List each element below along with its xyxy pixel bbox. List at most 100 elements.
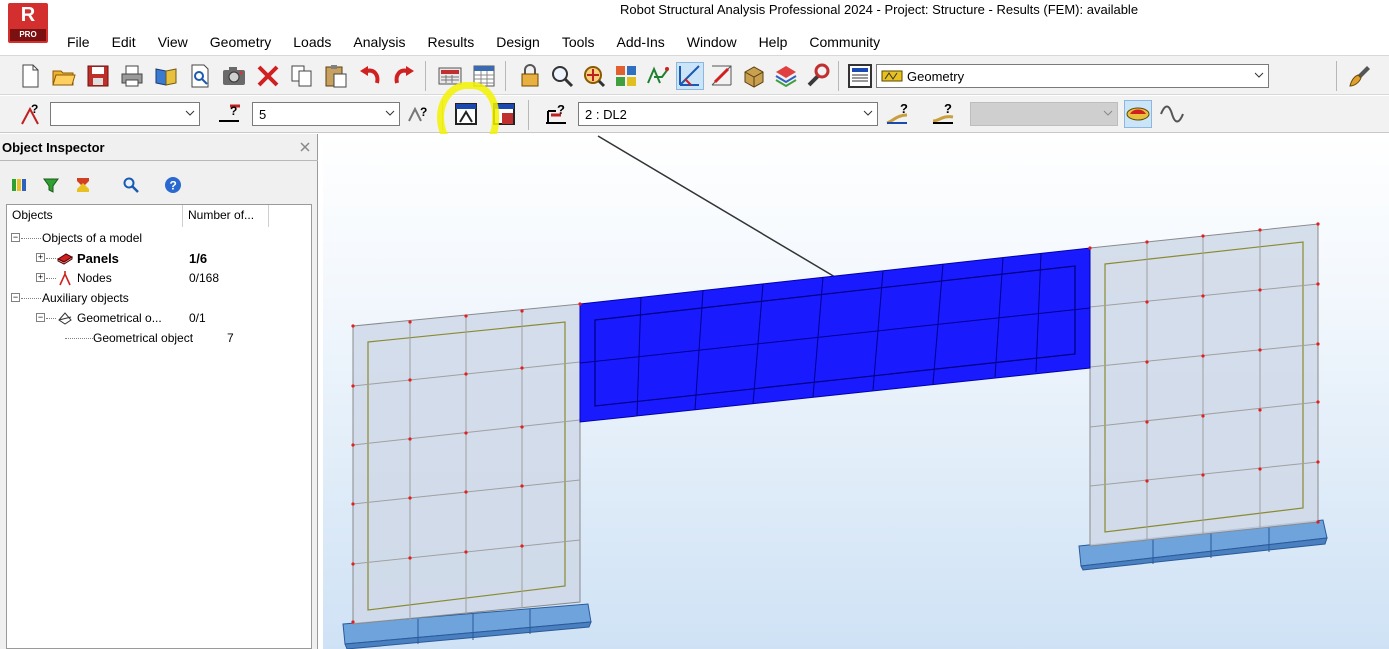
svg-text:?: ? [31,102,38,116]
load-value-combo [970,102,1118,126]
model-viewport[interactable] [323,134,1389,649]
zoom-icon[interactable] [548,62,576,90]
load-case-value: 2 : DL2 [585,106,627,122]
tree-row-auxiliary-objects[interactable]: − Auxiliary objects [7,289,307,309]
menu-edit[interactable]: Edit [101,32,147,54]
tree-connector [46,278,56,279]
right-wall-panel [1089,223,1319,547]
modes-icon[interactable] [1158,100,1186,128]
menu-analysis[interactable]: Analysis [342,32,416,54]
tree-connector [21,238,41,239]
display-icon[interactable] [612,62,640,90]
new-icon[interactable] [16,62,44,90]
layout-selector[interactable]: Geometry [876,64,1269,88]
node-selection-combo[interactable] [50,102,200,126]
close-icon[interactable] [298,140,312,154]
collapse-icon[interactable]: − [11,293,20,302]
collapse-icon[interactable]: − [11,233,20,242]
menu-file[interactable]: File [56,32,101,54]
help-icon[interactable]: ? [162,174,184,196]
filter-icon[interactable] [40,174,62,196]
inspector-title: Object Inspector [2,140,105,155]
tree-count: 1/6 [189,251,208,266]
menu-window[interactable]: Window [676,32,748,54]
collapse-icon[interactable]: − [36,313,45,322]
delete-icon[interactable] [254,62,282,90]
preferences-icon[interactable] [804,62,832,90]
filter-clear-icon[interactable] [72,174,94,196]
save-icon[interactable] [84,62,112,90]
lock-icon[interactable] [516,62,544,90]
left-wall-panel [352,303,581,625]
panel-icon [57,253,73,265]
layout-selector-value: Geometry [907,68,965,84]
print-icon[interactable] [118,62,146,90]
tree-header: Objects Number of... [7,205,269,227]
menu-loads[interactable]: Loads [282,32,342,54]
inspector-divider [0,160,318,161]
bar-selection-combo[interactable]: 5 [252,102,400,126]
tree-label: Auxiliary objects [42,291,129,305]
tree-row-geometrical-object[interactable]: Geometrical object 7 [7,329,307,349]
expand-icon[interactable]: + [36,253,45,262]
bar-selection-value: 5 [259,106,267,122]
menu-help[interactable]: Help [748,32,799,54]
object-selection-icon[interactable]: ? [404,100,432,128]
copy-icon[interactable] [288,62,316,90]
structure-drawing [342,135,1328,649]
svg-text:?: ? [230,104,237,118]
chevron-down-icon [181,108,199,120]
print-preview-icon[interactable] [186,62,214,90]
bar-selection-icon[interactable]: ? [216,100,244,128]
expand-icon[interactable]: + [36,273,45,282]
tree-row-geometrical-objects[interactable]: − Geometrical o... 0/1 [7,309,307,329]
title-bar: Robot Structural Analysis Professional 2… [0,0,1389,22]
menu-geometry[interactable]: Geometry [199,32,282,54]
column-number-of[interactable]: Number of... [183,205,269,227]
screen-capture-icon[interactable] [220,62,248,90]
menu-view[interactable]: View [147,32,199,54]
selected-panel[interactable] [579,247,1091,423]
open-icon[interactable] [50,62,78,90]
node-selection-icon[interactable]: ? [16,100,44,128]
window-title: Robot Structural Analysis Professional 2… [620,2,1139,17]
tree-row-objects-of-model[interactable]: − Objects of a model [7,229,307,249]
tree-count: 0/168 [189,271,220,285]
section-icon[interactable] [676,62,704,90]
search-icon[interactable] [120,174,142,196]
load-display-icon[interactable]: ? [884,100,912,128]
object-icon[interactable] [740,62,768,90]
load-case-combo[interactable]: 2 : DL2 [578,102,878,126]
menu-community[interactable]: Community [798,32,891,54]
menu-tools[interactable]: Tools [551,32,606,54]
load-case-icon[interactable]: ? [542,100,570,128]
deformation-icon[interactable] [1124,100,1152,128]
filter-columns-icon[interactable] [8,174,30,196]
layers-icon[interactable] [772,62,800,90]
paste-icon[interactable] [322,62,350,90]
layout-icon[interactable] [846,62,874,90]
menu-results[interactable]: Results [417,32,486,54]
selection-toolbar: ? ? 5 ? ? 2 : DL2 ? ? [0,96,1389,133]
load-type-icon[interactable]: ? [930,100,958,128]
zoom-window-icon[interactable] [580,62,608,90]
column-objects[interactable]: Objects [7,205,183,227]
undo-icon[interactable] [356,62,384,90]
brush-icon[interactable] [1346,62,1374,90]
tree-connector [46,318,56,319]
app-logo[interactable]: R PRO [8,3,48,43]
logo-letter: R [20,4,36,26]
toolbar-separator [505,61,506,91]
redo-icon[interactable] [390,62,418,90]
menu-add-ins[interactable]: Add-Ins [606,32,676,54]
structure-view-icon[interactable] [708,62,736,90]
book-icon[interactable] [152,62,180,90]
tree-label: Nodes [77,271,112,285]
standard-toolbar: Geometry [0,55,1389,95]
tree-row-panels[interactable]: + Panels 1/6 [7,249,307,269]
menu-design[interactable]: Design [485,32,551,54]
spring-icon[interactable] [644,62,672,90]
tree-count: 7 [227,331,234,345]
tree-label: Panels [77,251,119,266]
tree-row-nodes[interactable]: + Nodes 0/168 [7,269,307,289]
